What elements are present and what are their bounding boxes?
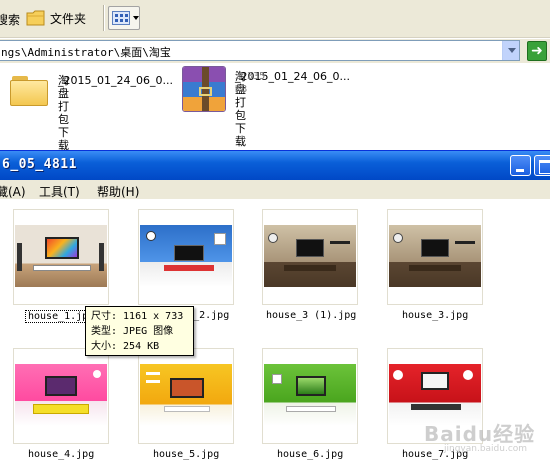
tooltip-dimensions: 尺寸: 1161 x 733 — [91, 311, 184, 322]
thumbnail-image — [140, 225, 232, 287]
folder-icon — [10, 76, 48, 106]
tooltip-size: 大小: 254 KB — [91, 341, 160, 352]
address-dropdown-icon[interactable] — [502, 41, 519, 60]
arrow-right-icon: ➜ — [531, 43, 543, 59]
file-caption[interactable]: house_4.jpg — [28, 449, 94, 460]
toolbar-separator — [103, 5, 104, 31]
menu-favorites[interactable]: 藏(A) — [0, 183, 26, 200]
window-titlebar[interactable]: 6_05_4811 — [0, 150, 550, 180]
file-size: 2,335 KB — [235, 71, 266, 95]
address-input[interactable]: ngs\Administrator\桌面\淘宝 — [0, 40, 520, 61]
back-window-content: 淘盘打包下载 _2015_01_24_06_0... 淘盘打包下载 _2015_… — [0, 63, 550, 152]
maximize-button[interactable] — [534, 155, 550, 176]
thumbnail-house-5[interactable] — [138, 348, 234, 444]
address-bar-row: ngs\Administrator\桌面\淘宝 ➜ — [0, 39, 550, 63]
baidu-watermark: Baidu经验 — [424, 422, 536, 446]
file-caption[interactable]: house_3.jpg — [402, 310, 468, 321]
go-button[interactable]: ➜ — [527, 41, 547, 61]
views-button[interactable] — [108, 6, 140, 30]
menu-help[interactable]: 帮助(H) — [97, 183, 139, 200]
file-item-rar[interactable]: 淘盘打包下载 _2015_01_24_06_0... 2,335 KB — [182, 66, 352, 148]
thumbnail-house-3[interactable] — [387, 209, 483, 305]
folders-button[interactable]: 文件夹 — [26, 5, 86, 31]
menu-bar: 藏(A) 工具(T) 帮助(H) — [0, 180, 550, 200]
baidu-watermark-url: jingyan.baidu.com — [444, 444, 528, 454]
back-window-toolbar: 搜索 文件夹 — [0, 0, 550, 38]
folder-icon — [26, 10, 45, 26]
minimize-button[interactable] — [510, 155, 531, 176]
file-caption[interactable]: house_3 (1).jpg — [266, 310, 356, 321]
thumbnail-image — [264, 364, 356, 426]
file-info-tooltip: 尺寸: 1161 x 733 类型: JPEG 图像 大小: 254 KB — [85, 306, 194, 356]
thumbnail-image — [15, 364, 107, 426]
window-title: 6_05_4811 — [2, 157, 77, 172]
file-name-cont: _2015_01_24_06_0... — [58, 74, 173, 87]
rar-archive-icon — [182, 66, 226, 112]
thumbnail-house-3-1[interactable] — [262, 209, 358, 305]
menu-tools[interactable]: 工具(T) — [39, 183, 80, 200]
thumbnail-image — [15, 225, 107, 287]
address-path: ngs\Administrator\桌面\淘宝 — [1, 46, 171, 59]
thumbnail-image — [389, 364, 481, 426]
file-item-folder[interactable]: 淘盘打包下载 _2015_01_24_06_0... — [8, 72, 178, 152]
tooltip-type: 类型: JPEG 图像 — [91, 326, 174, 337]
thumbnail-house-4[interactable] — [13, 348, 109, 444]
file-caption[interactable]: house_5.jpg — [153, 449, 219, 460]
thumbnail-image — [140, 364, 232, 426]
search-button-label[interactable]: 搜索 — [0, 11, 20, 28]
thumbnail-house-1[interactable] — [13, 209, 109, 305]
chevron-down-icon — [133, 16, 139, 20]
thumbnail-image — [389, 225, 481, 287]
file-caption[interactable]: house_6.jpg — [277, 449, 343, 460]
thumbnail-image — [264, 225, 356, 287]
folders-label: 文件夹 — [50, 11, 87, 26]
views-grid-icon — [112, 11, 130, 25]
thumbnail-house-2[interactable] — [138, 209, 234, 305]
thumbnail-house-6[interactable] — [262, 348, 358, 444]
